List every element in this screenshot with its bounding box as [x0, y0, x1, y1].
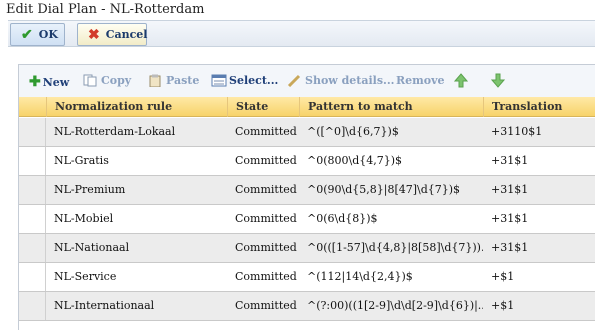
- row-selector[interactable]: [19, 118, 46, 146]
- table-row[interactable]: NL-Premium Committed ^0(90\d{5,8}|8[47]\d{…: [19, 176, 595, 205]
- rules-toolbar: ✚ New Copy Paste Select... Show details.…: [19, 65, 595, 97]
- clipboard-icon: [148, 74, 162, 88]
- table-row[interactable]: NL-Mobiel Committed ^0(6\d{8})$ +31$1: [19, 205, 595, 234]
- cancel-button[interactable]: ✖ Cancel: [77, 23, 148, 46]
- new-button[interactable]: ✚ New: [29, 74, 69, 90]
- column-header-state[interactable]: State: [227, 97, 299, 117]
- ok-button[interactable]: ✔ OK: [10, 23, 65, 46]
- table-row[interactable]: NL-Internationaal Committed ^(?:00)((1[2-9…: [19, 292, 595, 321]
- remove-label: Remove: [396, 74, 445, 87]
- rule-cell: NL-Internationaal: [54, 299, 155, 312]
- checkmark-icon: ✔: [21, 26, 33, 43]
- table-row[interactable]: NL-Rotterdam-Lokaal Committed ^([^0]\d{6,7…: [19, 118, 595, 147]
- pattern-cell: ^0(800\d{4,7})$: [307, 154, 403, 167]
- state-cell: Committed: [235, 125, 297, 138]
- translation-cell: +31$1: [491, 154, 529, 167]
- pattern-cell: ^0(([1-57]\d{4,8}|8[58]\d{7}))...: [307, 241, 483, 254]
- translation-cell: +31$1: [491, 183, 529, 196]
- rule-cell: NL-Gratis: [54, 154, 109, 167]
- rule-cell: NL-Mobiel: [54, 212, 114, 225]
- cancel-label: Cancel: [105, 28, 148, 41]
- row-selector[interactable]: [19, 292, 46, 320]
- column-header-pattern[interactable]: Pattern to match: [299, 97, 483, 117]
- row-selector[interactable]: [19, 205, 46, 233]
- paste-button[interactable]: Paste: [148, 74, 200, 88]
- state-cell: Committed: [235, 212, 297, 225]
- state-cell: Committed: [235, 299, 297, 312]
- new-label: New: [42, 75, 70, 89]
- state-cell: Committed: [235, 183, 297, 196]
- table-row[interactable]: NL-Service Committed ^(112|14\d{2,4})$ +$1: [19, 263, 595, 292]
- state-cell: Committed: [235, 154, 297, 167]
- arrow-up-icon: [453, 73, 469, 91]
- list-select-icon: [211, 74, 227, 87]
- move-down-button[interactable]: [490, 73, 506, 91]
- rule-cell: NL-Rotterdam-Lokaal: [54, 125, 176, 138]
- rule-cell: NL-Premium: [54, 183, 126, 196]
- arrow-down-icon: [490, 73, 506, 91]
- row-selector[interactable]: [19, 147, 46, 175]
- row-selector[interactable]: [19, 176, 46, 204]
- table-row[interactable]: NL-Gratis Committed ^0(800\d{4,7})$ +31$1: [19, 147, 595, 176]
- copy-button[interactable]: Copy: [83, 74, 131, 87]
- rule-cell: NL-Nationaal: [54, 241, 130, 254]
- translation-cell: +$1: [491, 270, 515, 283]
- column-header-translation[interactable]: Translation pattern: [483, 97, 595, 133]
- pattern-cell: ^(?:00)((1[2-9]\d\d[2-9]\d{6})|...: [307, 299, 483, 312]
- translation-cell: +$1: [491, 299, 515, 312]
- pattern-cell: ^([^0]\d{6,7})$: [307, 125, 399, 138]
- remove-button[interactable]: Remove: [396, 74, 445, 87]
- close-icon: ✖: [88, 26, 100, 43]
- table-row[interactable]: NL-Nationaal Committed ^0(([1-57]\d{4,8}|8…: [19, 234, 595, 263]
- show-details-label: Show details...: [305, 74, 395, 87]
- ok-label: OK: [38, 28, 58, 41]
- translation-cell: +31$1: [491, 241, 529, 254]
- pencil-icon: [287, 74, 301, 88]
- copy-label: Copy: [101, 74, 132, 87]
- state-cell: Committed: [235, 241, 297, 254]
- move-up-button[interactable]: [453, 73, 469, 91]
- row-selector[interactable]: [19, 234, 46, 262]
- state-cell: Committed: [235, 270, 297, 283]
- row-selector[interactable]: [19, 263, 46, 291]
- column-header-rule[interactable]: Normalization rule: [46, 97, 227, 117]
- show-details-button[interactable]: Show details...: [287, 74, 395, 88]
- command-bar: ✔ OK ✖ Cancel: [8, 20, 595, 47]
- pattern-cell: ^0(90\d{5,8}|8[47]\d{7})$: [307, 183, 461, 196]
- copy-icon: [83, 74, 97, 87]
- table-header: Normalization rule State Pattern to matc…: [19, 97, 595, 133]
- paste-label: Paste: [166, 74, 200, 87]
- normalization-rules-panel: ✚ New Copy Paste Select... Show details.…: [18, 64, 595, 330]
- pattern-cell: ^0(6\d{8})$: [307, 212, 378, 225]
- window-title: Edit Dial Plan - NL-Rotterdam: [6, 2, 205, 17]
- translation-cell: +31$1: [491, 212, 529, 225]
- pattern-cell: ^(112|14\d{2,4})$: [307, 270, 413, 283]
- select-button[interactable]: Select...: [211, 74, 278, 87]
- rule-cell: NL-Service: [54, 270, 117, 283]
- translation-cell: +3110$1: [491, 125, 543, 138]
- select-label: Select...: [229, 74, 279, 87]
- plus-icon: ✚: [29, 74, 41, 90]
